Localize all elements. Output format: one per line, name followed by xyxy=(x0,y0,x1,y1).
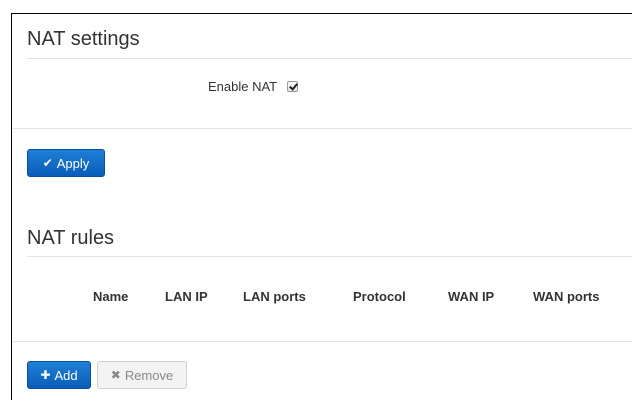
add-button-label: Add xyxy=(54,367,78,383)
divider xyxy=(12,341,632,342)
remove-button-label: Remove xyxy=(124,367,174,383)
plus-icon: ✚ xyxy=(40,368,51,382)
enable-nat-row: Enable NAT xyxy=(208,76,299,96)
column-header-lan-ports: LAN ports xyxy=(243,289,306,304)
column-header-wan-ports: WAN ports xyxy=(533,289,600,304)
column-header-wan-ip: WAN IP xyxy=(448,289,495,304)
enable-nat-label: Enable NAT xyxy=(208,78,278,94)
column-header-name: Name xyxy=(93,289,129,304)
checkmark-icon: ✔ xyxy=(42,156,53,170)
nat-settings-title: NAT settings xyxy=(27,28,140,50)
divider xyxy=(27,256,632,257)
column-header-lan-ip: LAN IP xyxy=(165,289,208,304)
remove-button[interactable]: ✖ Remove xyxy=(97,361,187,389)
divider xyxy=(27,58,632,59)
divider xyxy=(12,128,632,129)
enable-nat-checkbox[interactable] xyxy=(287,80,299,92)
x-icon: ✖ xyxy=(110,368,121,382)
nat-rules-title: NAT rules xyxy=(27,227,115,249)
add-button[interactable]: ✚ Add xyxy=(27,361,91,389)
apply-button-label: Apply xyxy=(56,155,90,171)
page-frame: NAT settings Enable NAT ✔ Apply NAT rule… xyxy=(11,13,632,400)
apply-button[interactable]: ✔ Apply xyxy=(27,149,105,177)
column-header-protocol: Protocol xyxy=(353,289,406,304)
